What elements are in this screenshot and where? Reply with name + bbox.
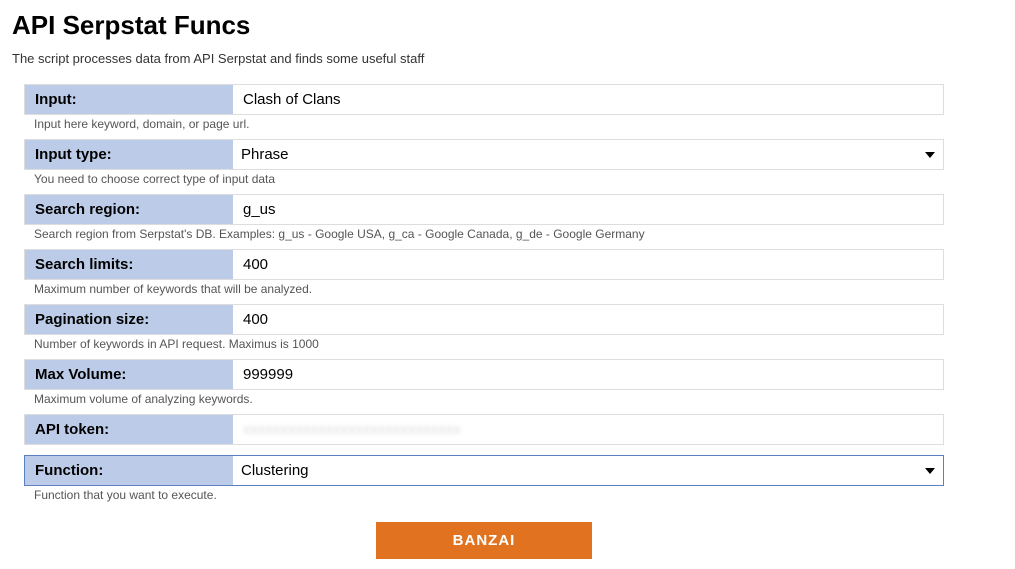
- hint-max-volume: Maximum volume of analyzing keywords.: [24, 390, 944, 414]
- max-volume-field[interactable]: [233, 360, 943, 389]
- row-pagination-size: Pagination size:: [24, 304, 944, 335]
- submit-button[interactable]: BANZAI: [376, 522, 592, 559]
- hint-search-region: Search region from Serpstat's DB. Exampl…: [24, 225, 944, 249]
- function-select[interactable]: Clustering: [233, 456, 943, 485]
- search-region-field[interactable]: [233, 195, 943, 224]
- hint-pagination-size: Number of keywords in API request. Maxim…: [24, 335, 944, 359]
- row-search-region: Search region:: [24, 194, 944, 225]
- form-wrapper: Input: Input here keyword, domain, or pa…: [12, 84, 1003, 559]
- search-limits-field[interactable]: [233, 250, 943, 279]
- label-api-token: API token:: [25, 415, 233, 444]
- pagination-size-field[interactable]: [233, 305, 943, 334]
- page-title: API Serpstat Funcs: [12, 10, 1003, 41]
- label-input-type: Input type:: [25, 140, 233, 169]
- label-search-limits: Search limits:: [25, 250, 233, 279]
- label-function: Function:: [25, 456, 233, 485]
- input-field[interactable]: [233, 85, 943, 114]
- input-type-select[interactable]: Phrase: [233, 140, 943, 169]
- label-pagination-size: Pagination size:: [25, 305, 233, 334]
- label-input: Input:: [25, 85, 233, 114]
- row-max-volume: Max Volume:: [24, 359, 944, 390]
- page-subtitle: The script processes data from API Serps…: [12, 51, 1003, 66]
- label-search-region: Search region:: [25, 195, 233, 224]
- row-function: Function: Clustering: [24, 455, 944, 486]
- row-search-limits: Search limits:: [24, 249, 944, 280]
- row-api-token: API token:: [24, 414, 944, 445]
- hint-input: Input here keyword, domain, or page url.: [24, 115, 944, 139]
- hint-search-limits: Maximum number of keywords that will be …: [24, 280, 944, 304]
- row-input-type: Input type: Phrase: [24, 139, 944, 170]
- label-max-volume: Max Volume:: [25, 360, 233, 389]
- api-token-field[interactable]: [233, 415, 943, 444]
- hint-function: Function that you want to execute.: [24, 486, 944, 510]
- hint-input-type: You need to choose correct type of input…: [24, 170, 944, 194]
- row-input: Input:: [24, 84, 944, 115]
- submit-wrapper: BANZAI: [24, 522, 944, 559]
